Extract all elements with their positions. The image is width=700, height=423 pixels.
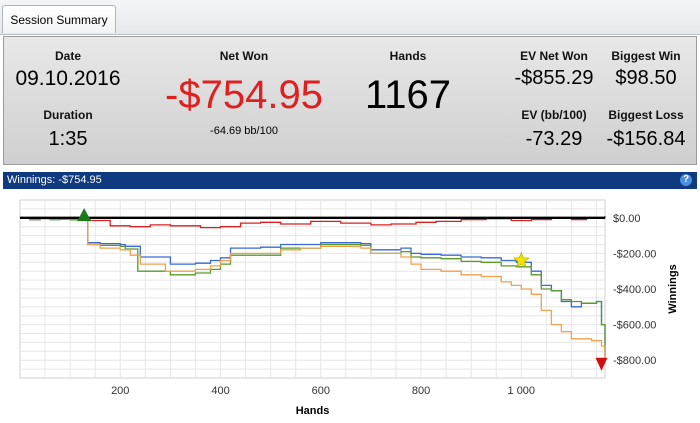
- x-tick-label: 200: [111, 385, 129, 397]
- biggest-loss-value: -$156.84: [606, 128, 686, 150]
- biggest-win-label: Biggest Win: [611, 49, 681, 63]
- winnings-chart: 200 400 600 800 1 000 $0.00 -$200.00 -$400.00 -$…: [19, 199, 679, 417]
- net-won-bb: -64.69 bb/100: [210, 125, 278, 137]
- chart-header-title: Winnings: -$754.95: [7, 174, 102, 186]
- hands-value: 1167: [364, 73, 451, 117]
- biggest-loss-label: Biggest Loss: [608, 108, 684, 122]
- y-axis-label: Winnings: [667, 264, 679, 313]
- x-tick-label: 800: [412, 385, 430, 397]
- x-tick-label: 600: [312, 385, 330, 397]
- date-value: 09.10.2016: [15, 67, 121, 90]
- y-tick-label: $0.00: [613, 213, 641, 225]
- summary-panel: Date 09.10.2016 Duration 1:35 Net Won -$…: [3, 36, 697, 165]
- y-tick-label: -$400.00: [613, 284, 656, 296]
- x-tick-label: 1 000: [508, 385, 536, 397]
- ev-net-won-label: EV Net Won: [520, 49, 588, 63]
- x-axis-label: Hands: [296, 405, 330, 417]
- ev-bb-label: EV (bb/100): [521, 108, 587, 122]
- y-tick-label: -$800.00: [613, 355, 656, 367]
- net-won-value: -$754.95: [165, 73, 323, 117]
- y-tick-label: -$200.00: [613, 248, 656, 260]
- tab-bar: Session Summary: [0, 0, 700, 35]
- chart-header: Winnings: -$754.95 ?: [3, 172, 697, 189]
- x-tick-label: 400: [211, 385, 229, 397]
- date-label: Date: [54, 49, 81, 63]
- y-tick-label: -$600.00: [613, 320, 656, 332]
- biggest-win-value: $98.50: [615, 67, 677, 89]
- help-icon[interactable]: ?: [680, 174, 692, 186]
- duration-label: Duration: [43, 108, 93, 122]
- duration-value: 1:35: [48, 128, 88, 150]
- tab-session-summary[interactable]: Session Summary: [2, 5, 116, 33]
- net-won-label: Net Won: [219, 49, 269, 63]
- hands-label: Hands: [389, 49, 427, 63]
